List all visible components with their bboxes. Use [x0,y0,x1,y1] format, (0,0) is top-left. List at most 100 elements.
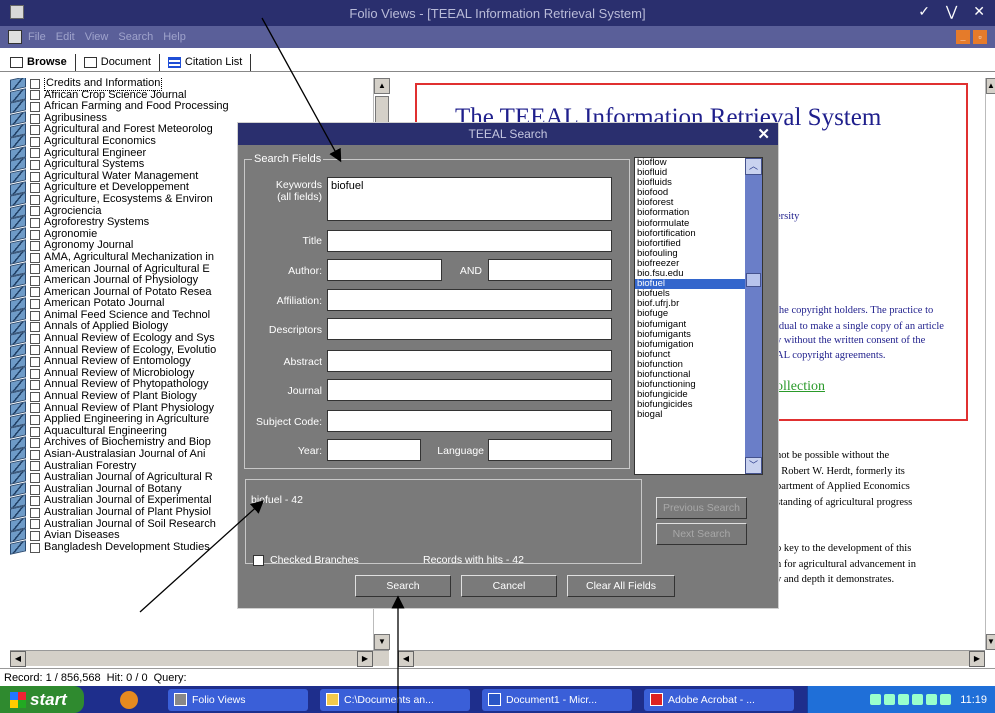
checked-branches-checkbox[interactable]: Checked Branches [253,554,359,566]
scroll-down-icon[interactable]: ﹀ [745,457,762,474]
start-button[interactable]: start [0,686,84,713]
menu-edit[interactable]: Edit [56,31,75,43]
checkbox-icon[interactable] [30,507,40,518]
restore-icon[interactable]: ▫ [973,30,987,44]
minimize-icon[interactable]: _ [956,30,970,44]
window-controls[interactable]: ✓ ⋁ ✕ [918,3,991,20]
taskbar-folio-views[interactable]: Folio Views [168,688,308,711]
checkbox-icon[interactable] [30,113,40,124]
scroll-down-icon[interactable]: ▼ [374,634,390,650]
menu-search[interactable]: Search [118,31,153,43]
checkbox-icon[interactable] [30,391,40,402]
checkbox-icon[interactable] [30,229,40,240]
clear-all-fields-button[interactable]: Clear All Fields [567,575,675,597]
checkbox-icon[interactable] [30,78,40,89]
checkbox-icon[interactable] [30,519,40,530]
tray-icon[interactable] [912,694,924,705]
checkbox-icon[interactable] [30,484,40,495]
tray-icon[interactable] [884,694,896,705]
next-search-button[interactable]: Next Search [656,523,747,545]
checkbox-icon[interactable] [253,554,264,566]
document-scrollbar[interactable]: ▲ ▼ [985,78,995,650]
checkbox-icon[interactable] [30,171,40,182]
tray-icon[interactable] [926,694,938,705]
tree-item[interactable]: Credits and Information [10,78,373,91]
abstract-input[interactable] [327,350,612,372]
word-list-item[interactable]: biogal [635,410,762,420]
taskbar-documents-folder[interactable]: C:\Documents an... [320,688,470,711]
tray-icon[interactable] [940,694,952,705]
checkbox-icon[interactable] [30,287,40,298]
checkbox-icon[interactable] [30,252,40,263]
checkbox-icon[interactable] [30,241,40,252]
menu-file[interactable]: File [28,31,46,43]
checkbox-icon[interactable] [30,183,40,194]
checkbox-icon[interactable] [30,472,40,483]
subject-code-input[interactable] [327,410,612,432]
year-input[interactable] [327,439,421,461]
checkbox-icon[interactable] [30,461,40,472]
checkbox-icon[interactable] [30,125,40,136]
checkbox-icon[interactable] [30,438,40,449]
journal-input[interactable] [327,379,612,401]
tab-document[interactable]: Document [80,54,160,71]
checkbox-icon[interactable] [30,426,40,437]
scroll-up-icon[interactable]: ▲ [374,78,390,94]
scroll-left-icon[interactable]: ◀ [10,651,26,667]
checkbox-icon[interactable] [30,90,40,101]
checkbox-icon[interactable] [30,217,40,228]
tray-icon[interactable] [870,694,882,705]
scroll-right-icon[interactable]: ▶ [969,651,985,667]
scroll-down-icon[interactable]: ▼ [986,634,995,650]
checkbox-icon[interactable] [30,194,40,205]
browser-quicklaunch-icon[interactable] [120,690,138,709]
language-input[interactable] [488,439,612,461]
title-input[interactable] [327,230,612,252]
cancel-button[interactable]: Cancel [461,575,557,597]
keywords-input[interactable]: biofuel [327,177,612,221]
checkbox-icon[interactable] [30,299,40,310]
tab-browse[interactable]: Browse [6,54,76,71]
word-list[interactable]: ︿ ﹀ bioflow biofluid biofluids biofood biofore… [634,157,763,475]
checkbox-icon[interactable] [30,159,40,170]
taskbar-word-document[interactable]: Document1 - Micr... [482,688,632,711]
checkbox-icon[interactable] [30,380,40,391]
checkbox-icon[interactable] [30,415,40,426]
tray-icon[interactable] [898,694,910,705]
close-icon[interactable]: ✕ [757,125,770,143]
checkbox-icon[interactable] [30,101,40,112]
checkbox-icon[interactable] [30,333,40,344]
taskbar-adobe-acrobat[interactable]: Adobe Acrobat - ... [644,688,794,711]
scroll-up-icon[interactable]: ︿ [745,158,762,175]
descriptors-input[interactable] [327,318,612,340]
scroll-left-icon[interactable]: ◀ [398,651,414,667]
author-input[interactable] [327,259,442,281]
checkbox-icon[interactable] [30,310,40,321]
collection-link[interactable]: ollection [776,379,825,395]
checkbox-icon[interactable] [30,322,40,333]
menu-view[interactable]: View [85,31,109,43]
affiliation-input[interactable] [327,289,612,311]
previous-search-button[interactable]: Previous Search [656,497,747,519]
checkbox-icon[interactable] [30,264,40,275]
author-input-2[interactable] [488,259,612,281]
document-hscrollbar[interactable]: ◀ ▶ [398,650,985,667]
word-list-item[interactable]: biofuge [635,309,762,319]
word-list-scrollbar[interactable]: ︿ ﹀ [745,158,762,474]
scroll-right-icon[interactable]: ▶ [357,651,373,667]
menu-help[interactable]: Help [163,31,186,43]
checkbox-icon[interactable] [30,449,40,460]
tab-citation-list[interactable]: Citation List [164,54,252,71]
scroll-up-icon[interactable]: ▲ [986,78,995,94]
checkbox-icon[interactable] [30,542,40,553]
checkbox-icon[interactable] [30,368,40,379]
checkbox-icon[interactable] [30,136,40,147]
checkbox-icon[interactable] [30,206,40,217]
checkbox-icon[interactable] [30,345,40,356]
search-button[interactable]: Search [355,575,451,597]
checkbox-icon[interactable] [30,403,40,414]
checkbox-icon[interactable] [30,357,40,368]
checkbox-icon[interactable] [30,530,40,541]
checkbox-icon[interactable] [30,496,40,507]
checkbox-icon[interactable] [30,275,40,286]
